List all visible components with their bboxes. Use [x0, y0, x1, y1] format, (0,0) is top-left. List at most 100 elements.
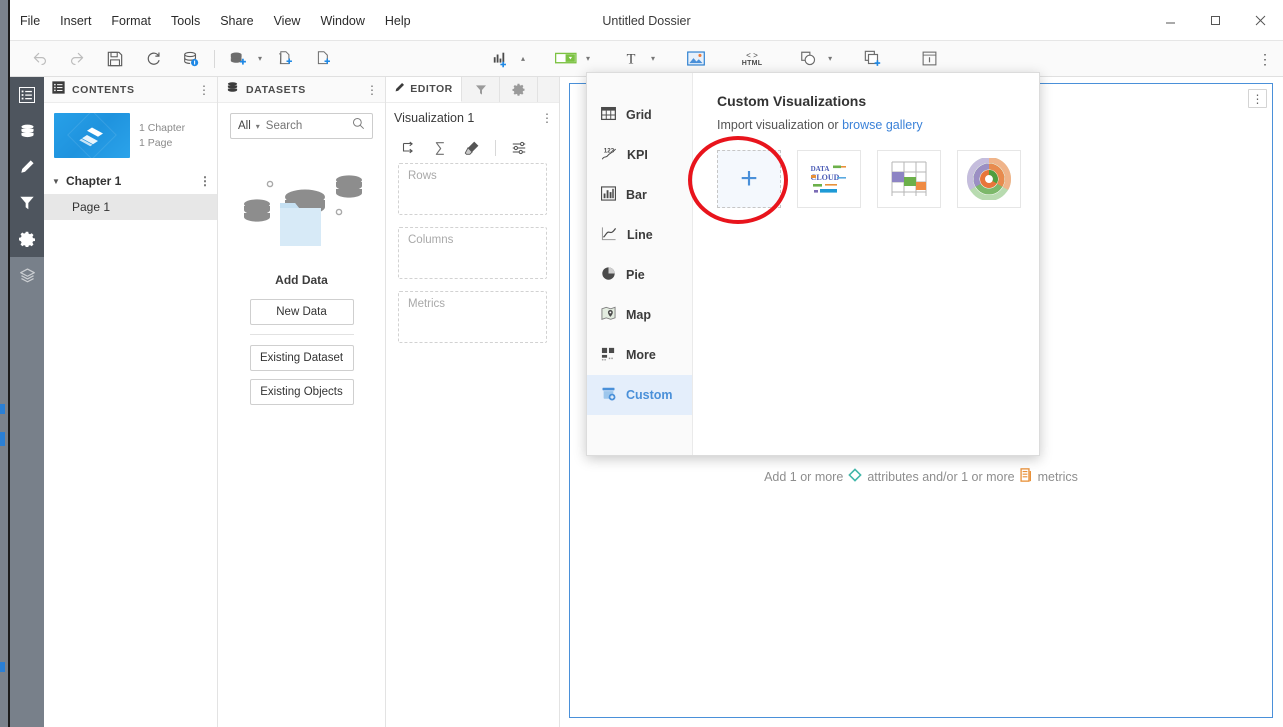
insert-selector-icon[interactable]: [547, 42, 585, 76]
tab-editor[interactable]: EDITOR: [386, 77, 462, 102]
sidebar-item-settings[interactable]: [10, 221, 44, 257]
application-window: Untitled Dossier File Insert Format Tool…: [0, 0, 1283, 727]
chapter-1-label: Chapter 1: [66, 174, 122, 188]
sunburst-visualization-tile[interactable]: [957, 150, 1021, 208]
toolbar-overflow-button[interactable]: ⋮: [1255, 49, 1275, 69]
undo-icon[interactable]: [20, 42, 58, 76]
viz-type-more[interactable]: More: [587, 335, 692, 375]
datasets-panel-menu-button[interactable]: ⋮: [364, 81, 380, 99]
viz-type-map[interactable]: Map: [587, 295, 692, 335]
viz-type-grid[interactable]: Grid: [587, 95, 692, 135]
viz-type-custom[interactable]: Custom: [587, 375, 692, 415]
tab-filters[interactable]: [462, 77, 500, 102]
add-data-title: Add Data: [275, 273, 328, 287]
hint-text-metrics: metrics: [1037, 469, 1078, 484]
contents-icon: [52, 80, 65, 99]
add-data-divider: [249, 334, 354, 335]
chevron-down-icon[interactable]: ▾: [586, 54, 590, 63]
menu-item-format[interactable]: Format: [101, 10, 161, 32]
chapter-1-menu-button[interactable]: ⋮: [199, 174, 211, 188]
menu-item-tools[interactable]: Tools: [161, 10, 210, 32]
chevron-down-icon[interactable]: ▾: [256, 122, 260, 131]
dropzone-metrics[interactable]: Metrics: [398, 291, 547, 343]
sidebar-item-filters[interactable]: [10, 185, 44, 221]
insert-info-window-icon[interactable]: [910, 42, 948, 76]
dossier-thumbnail-row[interactable]: 1 Chapter 1 Page: [44, 103, 217, 168]
viz-type-pie[interactable]: Pie: [587, 255, 692, 295]
menu-item-window[interactable]: Window: [310, 10, 374, 32]
menu-item-help[interactable]: Help: [375, 10, 421, 32]
custom-visualizations-pane: Custom Visualizations Import visualizati…: [693, 73, 1039, 455]
viz-type-line[interactable]: Line: [587, 215, 692, 255]
insert-visualization-icon[interactable]: [266, 42, 304, 76]
new-data-button[interactable]: New Data: [249, 299, 354, 325]
maximize-button[interactable]: [1193, 0, 1238, 41]
dossier-thumbnail[interactable]: [54, 113, 130, 158]
insert-shape-icon[interactable]: [789, 42, 827, 76]
insert-shape-button[interactable]: ▾: [789, 42, 836, 76]
grid-heatmap-visualization-tile[interactable]: [877, 150, 941, 208]
contents-panel-menu-button[interactable]: ⋮: [196, 81, 212, 99]
datasets-search-box[interactable]: All ▾: [230, 113, 373, 139]
menu-item-file[interactable]: File: [10, 10, 50, 32]
save-icon[interactable]: [96, 42, 134, 76]
import-visualization-tile[interactable]: +: [717, 150, 781, 208]
add-data-button[interactable]: ▾: [219, 42, 266, 76]
add-data-icon[interactable]: [219, 42, 257, 76]
browse-gallery-link[interactable]: browse gallery: [842, 118, 923, 132]
tree-node-chapter-1[interactable]: ▼ Chapter 1 ⋮: [44, 168, 217, 194]
existing-dataset-button[interactable]: Existing Dataset: [249, 345, 354, 371]
refresh-icon[interactable]: [134, 42, 172, 76]
chevron-down-icon[interactable]: ▾: [651, 54, 655, 63]
insert-page-icon[interactable]: [304, 42, 342, 76]
datasets-filter-value[interactable]: All: [238, 120, 251, 132]
tab-properties[interactable]: [500, 77, 538, 102]
insert-image-icon[interactable]: [677, 42, 715, 76]
svg-text:T: T: [627, 51, 636, 67]
metric-icon: [1020, 468, 1033, 485]
redo-icon[interactable]: [58, 42, 96, 76]
insert-selector-button[interactable]: ▾: [547, 42, 594, 76]
sidebar-item-layers[interactable]: [10, 257, 44, 293]
dropzone-columns[interactable]: Columns: [398, 227, 547, 279]
chevron-down-icon[interactable]: ▾: [828, 54, 832, 63]
menu-item-view[interactable]: View: [264, 10, 311, 32]
insert-text-icon[interactable]: T: [612, 42, 650, 76]
sidebar-item-editor[interactable]: [10, 149, 44, 185]
visualization-menu-button[interactable]: ⋮: [541, 111, 553, 125]
insert-chart-icon[interactable]: [482, 42, 520, 76]
search-icon[interactable]: [352, 117, 365, 135]
close-button[interactable]: [1238, 0, 1283, 41]
background-window-sliver-3: [0, 662, 5, 672]
menu-item-share[interactable]: Share: [210, 10, 263, 32]
clear-all-icon[interactable]: [458, 136, 486, 160]
line-icon: [601, 226, 617, 244]
chevron-down-icon[interactable]: ▼: [52, 177, 66, 186]
swap-rows-columns-icon[interactable]: [394, 136, 422, 160]
existing-objects-button[interactable]: Existing Objects: [249, 379, 354, 405]
data-cloud-visualization-tile[interactable]: DATA CLOUD: [797, 150, 861, 208]
insert-html-label: HTML: [741, 59, 763, 67]
sidebar-item-contents[interactable]: [10, 77, 44, 113]
insert-chart-button[interactable]: ▴: [482, 42, 529, 76]
visualization-container-menu-button[interactable]: ⋮: [1248, 89, 1267, 108]
editor-settings-icon[interactable]: [505, 136, 533, 160]
menu-item-insert[interactable]: Insert: [50, 10, 101, 32]
sum-totals-icon[interactable]: [426, 136, 454, 160]
insert-text-button[interactable]: T ▾: [612, 42, 659, 76]
tree-node-page-1[interactable]: Page 1: [44, 194, 217, 220]
search-input[interactable]: [265, 120, 352, 132]
page-count-label: 1 Page: [139, 136, 173, 149]
insert-html-icon[interactable]: < > HTML: [733, 42, 771, 76]
insert-panel-stack-icon[interactable]: [854, 42, 892, 76]
dropzone-rows[interactable]: Rows: [398, 163, 547, 215]
chevron-up-icon[interactable]: ▴: [521, 54, 525, 63]
data-info-icon[interactable]: [172, 42, 210, 76]
custom-icon: [601, 386, 616, 404]
viz-type-kpi[interactable]: 123 KPI: [587, 135, 692, 175]
chevron-down-icon[interactable]: ▾: [258, 54, 262, 63]
sidebar-item-datasets[interactable]: [10, 113, 44, 149]
viz-type-pie-label: Pie: [626, 268, 645, 282]
minimize-button[interactable]: [1148, 0, 1193, 41]
viz-type-bar[interactable]: Bar: [587, 175, 692, 215]
